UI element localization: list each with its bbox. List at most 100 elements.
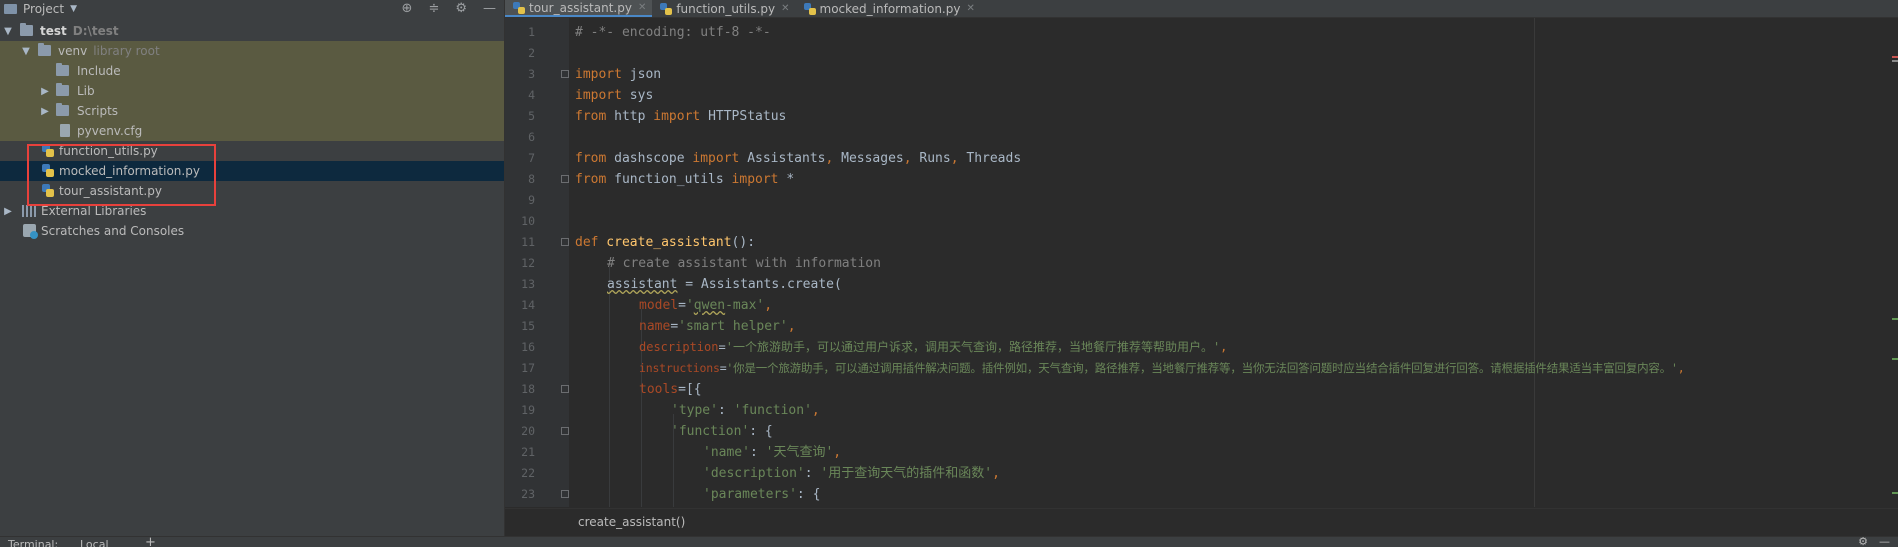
string: ' xyxy=(685,298,694,313)
string: '你是一个旅游助手，可以通过调用插件解决问题。插件例如，天气查询，路径推荐，当地… xyxy=(726,361,1678,375)
fold-marker-icon[interactable] xyxy=(561,175,569,183)
tree-item-pyvenv-cfg[interactable]: pyvenv.cfg xyxy=(0,121,504,141)
minimize-icon[interactable]: — xyxy=(483,1,496,16)
chevron-right-icon[interactable]: ▶ xyxy=(3,206,13,217)
line-number: 21 xyxy=(521,445,535,459)
chevron-right-icon[interactable]: ▶ xyxy=(40,86,50,97)
gear-icon[interactable]: ⚙ xyxy=(455,1,467,16)
python-file-icon xyxy=(513,1,525,14)
string: 'description' xyxy=(703,466,805,481)
identifier: http xyxy=(606,109,654,124)
scrollbar-thumb[interactable] xyxy=(1892,60,1898,62)
tree-item-label: Include xyxy=(77,64,121,78)
gear-icon[interactable]: ⚙ xyxy=(1858,537,1868,547)
error-stripe-marker[interactable] xyxy=(1892,56,1898,58)
terminal-label: Terminal: xyxy=(8,538,59,547)
string: '天气查询' xyxy=(765,445,834,460)
chevron-down-icon[interactable]: ▼ xyxy=(70,4,77,14)
code-line: from dashscope import Assistants, Messag… xyxy=(575,148,1898,169)
keyword: from xyxy=(575,151,607,166)
code-line: from function_utils import * xyxy=(575,169,1898,190)
string: 'smart helper' xyxy=(678,319,788,334)
punctuation: , xyxy=(950,151,959,166)
line-number: 19 xyxy=(521,403,535,417)
tree-item-venv[interactable]: ▼ venv library root xyxy=(0,41,504,61)
fold-marker-icon[interactable] xyxy=(561,427,569,435)
tab-function-utils[interactable]: function_utils.py ✕ xyxy=(652,0,795,17)
line-number: 13 xyxy=(521,277,535,291)
add-terminal-button[interactable]: + xyxy=(145,537,156,547)
chevron-down-icon[interactable]: ▼ xyxy=(21,46,31,57)
close-icon[interactable]: ✕ xyxy=(638,2,646,13)
code-line: instructions='你是一个旅游助手，可以通过调用插件解决问题。插件例如… xyxy=(639,358,1898,379)
tab-tour-assistant[interactable]: tour_assistant.py ✕ xyxy=(505,0,653,17)
line-number: 12 xyxy=(521,256,535,270)
tab-label: mocked_information.py xyxy=(819,1,961,16)
locate-icon[interactable]: ⊕ xyxy=(402,1,413,16)
identifier: json xyxy=(621,67,662,82)
change-stripe-marker[interactable] xyxy=(1892,492,1898,494)
ide-window: Project ▼ ⊕ ≑ ⚙ — ▼ test D:\test ▼ venv li… xyxy=(0,0,1898,547)
string: qwen xyxy=(693,298,726,313)
project-panel-header[interactable]: Project ▼ ⊕ ≑ ⚙ — xyxy=(0,0,504,17)
tree-item-lib[interactable]: ▶ Lib xyxy=(0,81,504,101)
project-panel-toolbar: ⊕ ≑ ⚙ — xyxy=(402,0,496,17)
chevron-down-icon[interactable]: ▼ xyxy=(3,26,13,37)
punctuation: , xyxy=(764,298,773,313)
punctuation: , xyxy=(992,466,1000,481)
punctuation: , xyxy=(1220,340,1228,354)
chevron-right-icon[interactable]: ▶ xyxy=(40,106,50,117)
line-number: 16 xyxy=(521,340,535,354)
code-line: 'name': '天气查询', xyxy=(703,442,1898,463)
operator: = xyxy=(678,298,686,313)
line-number: 15 xyxy=(521,319,535,333)
code-line: model='qwen-max', xyxy=(639,295,1898,316)
identifier: Assistants xyxy=(739,151,826,166)
breadcrumb-item[interactable]: create_assistant() xyxy=(578,515,685,529)
change-stripe-marker[interactable] xyxy=(1892,358,1898,360)
scratches-icon xyxy=(23,224,38,239)
collapse-all-icon[interactable]: ≑ xyxy=(428,1,439,16)
tree-item-label: Scratches and Consoles xyxy=(41,224,185,238)
parameter: model xyxy=(639,298,679,313)
file-icon xyxy=(60,124,70,137)
close-icon[interactable]: ✕ xyxy=(781,3,789,14)
fold-marker-icon[interactable] xyxy=(561,385,569,393)
punctuation: , xyxy=(1677,361,1685,375)
tree-item-scratches[interactable]: Scratches and Consoles xyxy=(0,221,504,241)
folder-icon xyxy=(20,23,33,36)
close-icon[interactable]: ✕ xyxy=(966,3,974,14)
library-icon xyxy=(22,205,36,217)
terminal-tab-local[interactable]: Local xyxy=(80,538,109,547)
change-stripe-marker[interactable] xyxy=(1892,318,1898,320)
tree-item-scripts[interactable]: ▶ Scripts xyxy=(0,101,504,121)
tab-label: function_utils.py xyxy=(676,1,776,16)
comment: # -*- encoding: utf-8 -*- xyxy=(575,25,771,40)
tree-item-test[interactable]: ▼ test D:\test xyxy=(0,21,504,41)
fold-marker-icon[interactable] xyxy=(561,490,569,498)
punctuation: : { xyxy=(749,424,773,439)
tree-item-label: Lib xyxy=(77,84,95,98)
keyword: def xyxy=(575,235,599,250)
identifier: Messages xyxy=(833,151,904,166)
punctuation: , xyxy=(787,319,796,334)
line-number: 8 xyxy=(528,172,535,186)
identifier: sys xyxy=(621,88,654,103)
string: '用于查询天气的插件和函数' xyxy=(820,466,993,481)
identifier: * xyxy=(778,172,795,187)
fold-marker-icon[interactable] xyxy=(561,70,569,78)
tab-mocked-information[interactable]: mocked_information.py ✕ xyxy=(796,0,981,17)
keyword: from xyxy=(575,172,607,187)
keyword: import xyxy=(692,151,740,166)
tab-label: tour_assistant.py xyxy=(529,0,632,15)
line-number: 2 xyxy=(528,46,535,60)
string: '一个旅游助手，可以通过用户诉求，调用天气查询，路径推荐，当地餐厅推荐等帮助用户… xyxy=(725,340,1221,354)
tree-item-include[interactable]: Include xyxy=(0,61,504,81)
fold-marker-icon[interactable] xyxy=(561,238,569,246)
terminal-bar: Terminal: Local + ⚙ — xyxy=(0,536,1898,547)
code-line: # create assistant with information xyxy=(607,253,1898,274)
minimize-icon[interactable]: — xyxy=(1879,537,1890,547)
line-number: 17 xyxy=(521,361,535,375)
parameter: tools xyxy=(639,382,679,397)
tree-item-name: venv xyxy=(58,44,88,58)
